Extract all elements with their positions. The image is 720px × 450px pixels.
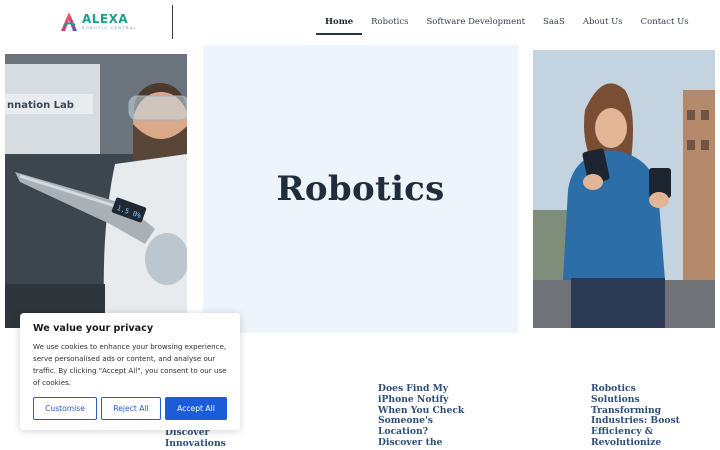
reject-all-button[interactable]: Reject All <box>101 397 161 420</box>
logo-title: ALEXA <box>82 12 129 27</box>
customise-button[interactable]: Customise <box>33 397 97 420</box>
accept-all-button[interactable]: Accept All <box>165 397 227 420</box>
header-divider <box>172 5 173 39</box>
article-line: Discover the <box>378 436 443 448</box>
nav-item-robotics[interactable]: Robotics <box>362 10 417 34</box>
main-nav: Home Robotics Software Development SaaS … <box>316 10 698 35</box>
article-line: Revolutionize <box>591 436 662 448</box>
site-header: ALEXA ROBOTIC CENTRAL Home Robotics Soft… <box>0 0 720 44</box>
nav-item-about-us[interactable]: About Us <box>574 10 632 34</box>
site-logo[interactable]: ALEXA ROBOTIC CENTRAL <box>58 10 140 34</box>
lab-sign-text: nnation Lab <box>7 100 74 111</box>
nav-item-software-development[interactable]: Software Development <box>417 10 534 34</box>
article-line: Innovations <box>165 437 226 449</box>
nav-item-saas[interactable]: SaaS <box>534 10 574 34</box>
logo-mark-icon <box>58 11 80 33</box>
article-line: Solutions <box>591 393 640 405</box>
cookie-banner-text: We use cookies to enhance your browsing … <box>33 342 227 387</box>
hero-title-panel: Robotics <box>203 45 518 333</box>
cookie-banner-title: We value your privacy <box>33 323 154 334</box>
page-title: Robotics <box>276 169 445 209</box>
logo-subtitle: ROBOTIC CENTRAL <box>82 26 137 31</box>
article-link-2[interactable]: Does Find My iPhone Notify When You Chec… <box>378 383 478 449</box>
article-link-3[interactable]: Robotics Solutions Transforming Industri… <box>591 383 691 449</box>
hero-image-engineer: nnation Lab 1.5 0% <box>5 54 187 328</box>
article-line: iPhone Notify <box>378 393 449 405</box>
cookie-button-group: Customise Reject All Accept All <box>33 397 227 420</box>
hero-image-woman-phones <box>533 50 715 328</box>
article-link-1[interactable]: Discover Innovations <box>165 427 265 450</box>
cookie-consent-banner: We value your privacy We use cookies to … <box>20 313 240 430</box>
nav-item-contact-us[interactable]: Contact Us <box>632 10 698 34</box>
nav-item-home[interactable]: Home <box>316 10 363 35</box>
